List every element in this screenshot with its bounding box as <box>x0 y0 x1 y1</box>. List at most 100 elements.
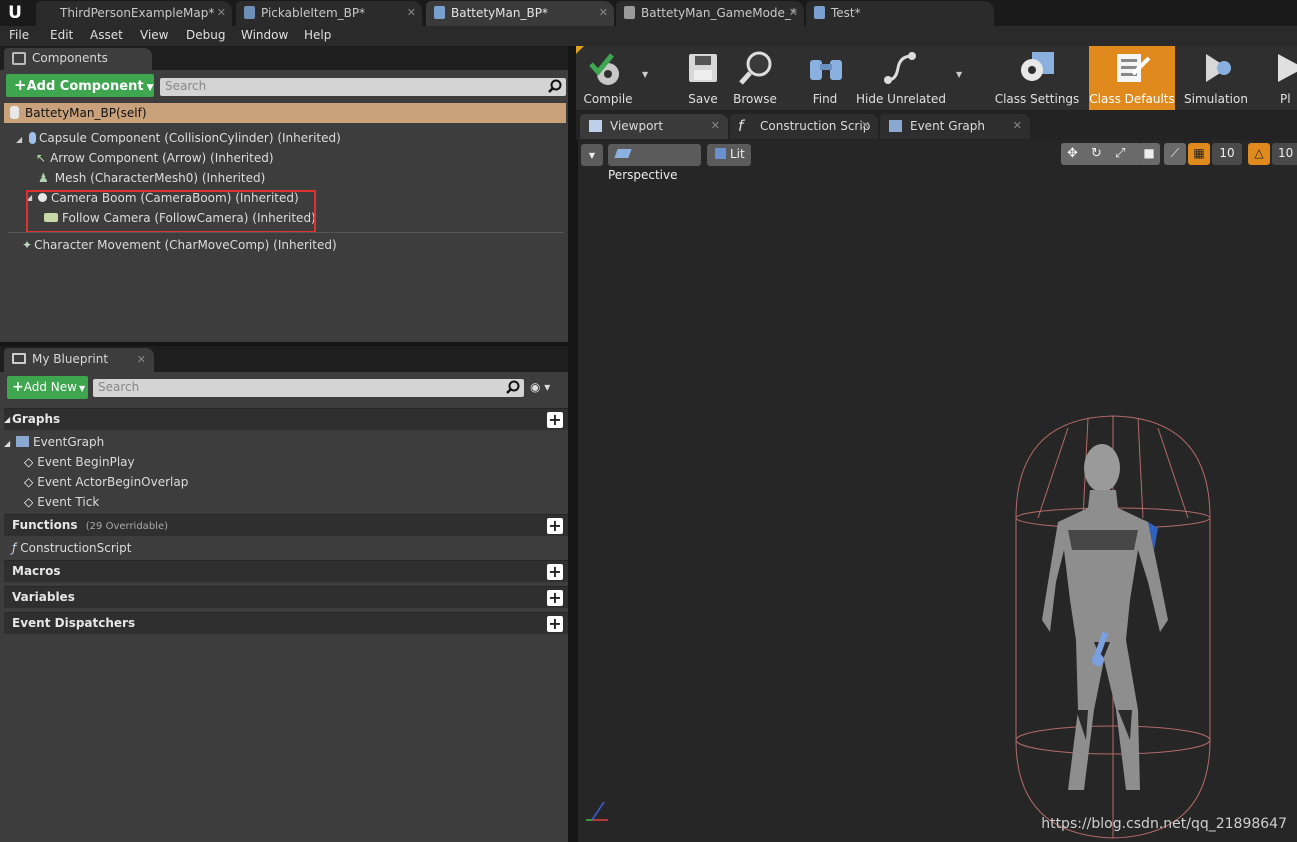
tree-item-event-tick[interactable]: ◇ Event Tick <box>24 492 99 512</box>
surface-snap-icon[interactable]: ⟋ <box>1164 143 1186 165</box>
tree-item-character-movement[interactable]: ✦ Character Movement (CharMoveComp) (Inhe… <box>22 235 337 255</box>
add-dispatcher-button[interactable]: + <box>547 616 563 632</box>
lit-button[interactable]: Lit <box>707 144 751 166</box>
menu-file[interactable]: File <box>9 26 29 46</box>
tree-item-event-beginplay[interactable]: ◇ Event BeginPlay <box>24 452 135 472</box>
add-new-button[interactable]: +Add New ▼ <box>7 376 88 399</box>
self-row[interactable]: BattetyMan_BP(self) <box>4 103 566 123</box>
tab-components[interactable]: Components <box>4 48 152 70</box>
chevron-down-icon: ▼ <box>146 83 154 93</box>
tree-item-event-graph[interactable]: ◢ EventGraph <box>4 432 104 452</box>
menu-debug[interactable]: Debug <box>186 26 225 46</box>
add-function-button[interactable]: + <box>547 518 563 534</box>
tree-item-event-actorbeginoverlap[interactable]: ◇ Event ActorBeginOverlap <box>24 472 188 492</box>
browse-button[interactable]: Browse <box>730 46 780 110</box>
tree-item-arrow[interactable]: ↖ Arrow Component (Arrow) (Inherited) <box>36 148 274 168</box>
hide-unrelated-dropdown[interactable]: ▼ <box>952 46 968 110</box>
divider <box>8 232 564 233</box>
translate-icon[interactable]: ✥ <box>1067 143 1078 164</box>
tab-battetyman-gamemode[interactable]: BattetyMan_GameMode_* ✕ <box>616 1 804 26</box>
menu-asset[interactable]: Asset <box>90 26 123 46</box>
tab-viewport[interactable]: Viewport ✕ <box>580 114 728 139</box>
add-component-button[interactable]: +Add Component ▼ <box>6 74 154 97</box>
function-icon: f <box>738 117 744 135</box>
add-graph-button[interactable]: + <box>547 412 563 428</box>
view-options-eye-icon[interactable]: ◉ ▾ <box>530 380 560 396</box>
tab-label: BattetyMan_BP* <box>451 6 548 20</box>
close-icon[interactable]: ✕ <box>407 1 416 25</box>
tab-my-blueprint[interactable]: My Blueprint ✕ <box>4 348 154 372</box>
tab-test[interactable]: Test* <box>806 1 994 26</box>
rotation-snap-value[interactable]: 10 <box>1272 143 1297 165</box>
save-label: Save <box>688 92 718 106</box>
grid-snap-value[interactable]: 10 <box>1212 143 1242 165</box>
perspective-label: Perspective <box>608 168 678 182</box>
lit-cube-icon <box>715 148 726 159</box>
find-button[interactable]: Find <box>802 46 848 110</box>
world-local-icon[interactable]: ■ <box>1138 143 1160 165</box>
tab-event-graph[interactable]: Event Graph ✕ <box>880 114 1030 139</box>
overridable-count: (29 Overridable) <box>85 521 168 532</box>
menu-help[interactable]: Help <box>304 26 331 46</box>
class-defaults-button[interactable]: Class Defaults <box>1089 46 1175 110</box>
collapse-arrow-icon: ◢ <box>16 135 23 144</box>
chevron-down-icon: ▼ <box>956 70 963 79</box>
section-macros[interactable]: Macros + <box>4 560 568 582</box>
skeletal-mesh-icon: ♟ <box>38 171 49 185</box>
tree-item-label: Event BeginPlay <box>37 455 135 469</box>
tab-construction-script[interactable]: f Construction Scrip ✕ <box>730 114 878 139</box>
blueprint-search-input[interactable]: Search <box>93 379 524 397</box>
close-icon[interactable]: ✕ <box>137 348 146 371</box>
tree-item-construction-script[interactable]: ƒ ConstructionScript <box>12 538 131 558</box>
hide-unrelated-button[interactable]: Hide Unrelated <box>856 46 947 110</box>
section-event-dispatchers[interactable]: Event Dispatchers + <box>4 612 568 634</box>
add-macro-button[interactable]: + <box>547 564 563 580</box>
scale-icon[interactable]: ⤢ <box>1115 143 1125 164</box>
menu-view[interactable]: View <box>140 26 168 46</box>
close-icon[interactable]: ✕ <box>861 114 870 138</box>
save-button[interactable]: Save <box>678 46 728 110</box>
browse-label: Browse <box>733 92 777 106</box>
menu-window[interactable]: Window <box>241 26 288 46</box>
close-icon[interactable]: ✕ <box>711 114 720 138</box>
tree-item-capsule[interactable]: ◢ Capsule Component (CollisionCylinder) … <box>16 128 341 148</box>
event-graph-icon <box>889 120 902 132</box>
section-label: Functions <box>12 518 78 532</box>
tab-third-person-example-map[interactable]: ThirdPersonExampleMap* ✕ <box>36 1 232 26</box>
section-variables[interactable]: Variables + <box>4 586 568 608</box>
simulation-button[interactable]: Simulation <box>1180 46 1252 110</box>
grid-snap-icon[interactable]: ▦ <box>1188 143 1210 165</box>
close-icon[interactable]: ✕ <box>789 1 798 25</box>
play-label: Pl <box>1280 92 1291 106</box>
close-icon[interactable]: ✕ <box>1013 114 1022 138</box>
tab-pickable-item-bp[interactable]: PickableItem_BP* ✕ <box>236 1 422 26</box>
collapse-arrow-icon: ◢ <box>4 439 11 448</box>
perspective-button[interactable]: Perspective <box>608 144 701 182</box>
add-variable-button[interactable]: + <box>547 590 563 606</box>
close-icon[interactable]: ✕ <box>599 1 608 25</box>
compile-button[interactable]: Compile <box>578 46 638 110</box>
editor-tab-bar: Viewport ✕ f Construction Scrip ✕ Event … <box>576 110 1297 140</box>
search-placeholder: Search <box>98 380 140 394</box>
viewport-options-dropdown[interactable]: ▼ <box>581 144 603 166</box>
compile-options-dropdown[interactable]: ▼ <box>638 46 654 110</box>
rotate-icon[interactable]: ↻ <box>1091 143 1102 164</box>
menu-edit[interactable]: Edit <box>50 26 73 46</box>
compile-label: Compile <box>583 92 633 106</box>
document-tab-bar: U ThirdPersonExampleMap* ✕ PickableItem_… <box>0 0 1297 26</box>
components-search-input[interactable]: Search <box>160 78 566 96</box>
viewport[interactable]: ▼ Perspective Lit ✥ ↻ ⤢ ■ ⟋ ▦ 10 △ 10 ht… <box>578 140 1297 842</box>
section-graphs[interactable]: ◢ Graphs + <box>4 408 568 430</box>
character-mesh-preview <box>1015 415 1211 839</box>
mannequin-figure <box>1042 444 1168 790</box>
tree-item-mesh[interactable]: ♟ Mesh (CharacterMesh0) (Inherited) <box>38 168 265 188</box>
section-functions[interactable]: Functions (29 Overridable) + <box>4 514 568 536</box>
class-settings-button[interactable]: Class Settings <box>994 46 1080 110</box>
rotation-snap-icon[interactable]: △ <box>1248 143 1270 165</box>
hide-unrelated-label: Hide Unrelated <box>856 92 947 106</box>
play-button[interactable]: Pl <box>1270 46 1297 110</box>
browse-magnifier-icon <box>739 51 772 85</box>
close-icon[interactable]: ✕ <box>217 1 226 25</box>
tab-battetyman-bp[interactable]: BattetyMan_BP* ✕ <box>426 1 614 26</box>
tree-item-label: EventGraph <box>32 435 105 449</box>
